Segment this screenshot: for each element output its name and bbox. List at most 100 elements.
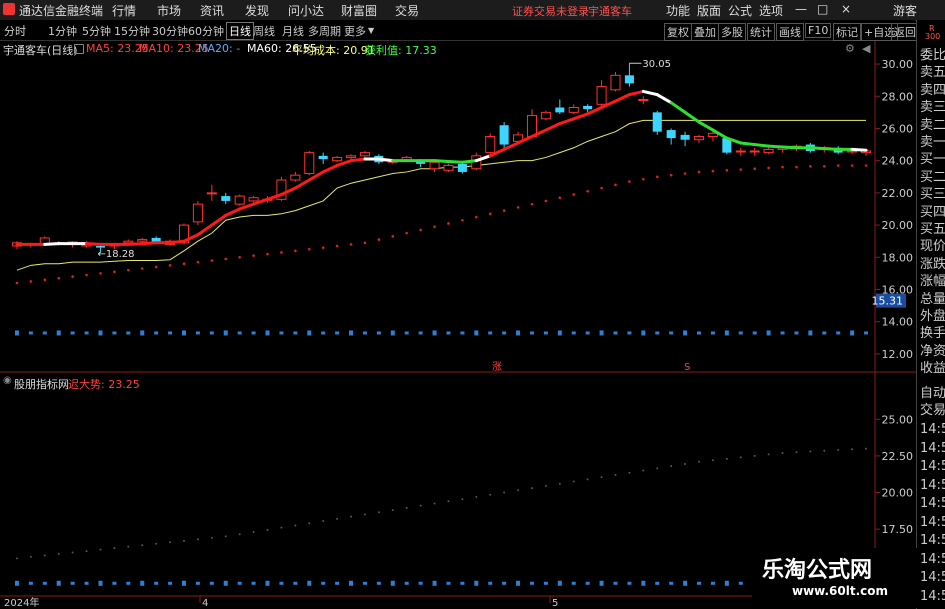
trend-line-segment xyxy=(697,120,715,132)
main-vol-mark xyxy=(432,330,437,336)
tool-f10[interactable]: F10 xyxy=(805,23,832,38)
main-tick-label: 14.00 xyxy=(882,316,914,329)
main-vol-mark xyxy=(697,331,702,335)
minimize-button[interactable]: — xyxy=(795,2,807,16)
tool-biaoji[interactable]: 标记 xyxy=(833,23,861,41)
menu-gongshi[interactable]: 公式 xyxy=(728,2,752,19)
tool-tongji[interactable]: 统计 xyxy=(747,23,775,41)
sub-vol-mark xyxy=(237,581,242,585)
settings-icon[interactable] xyxy=(74,44,84,54)
support-dot xyxy=(113,270,116,274)
period-multi[interactable]: 多周期 xyxy=(308,23,341,39)
date-label-month-5: 5 xyxy=(552,598,558,609)
sub-indicator-dot xyxy=(642,469,645,472)
quote-label-18: 收益 xyxy=(920,361,945,377)
sub-indicator-dot xyxy=(419,504,422,507)
sub-indicator-dot xyxy=(141,544,144,547)
main-tick-label: 12.00 xyxy=(882,348,914,361)
guest-label[interactable]: 游客 xyxy=(893,2,917,19)
support-dot xyxy=(502,209,506,212)
trade-login-status[interactable]: 证券交易未登录 xyxy=(512,3,589,19)
main-tick-label: 26.00 xyxy=(882,122,914,135)
period-1min[interactable]: 1分钟 xyxy=(48,23,77,39)
sub-tick-label: 17.50 xyxy=(882,523,914,536)
support-dot xyxy=(850,164,854,167)
gear-icon[interactable]: ⚙ xyxy=(845,42,855,55)
sub-vol-mark xyxy=(710,581,715,585)
support-dot xyxy=(683,172,687,175)
sub-indicator-dot xyxy=(628,471,631,474)
main-vol-mark xyxy=(251,331,256,335)
candle-down xyxy=(680,134,690,140)
period-more[interactable]: 更多 xyxy=(344,23,366,39)
support-dot xyxy=(586,189,589,193)
quote-label-10: 买五 xyxy=(920,222,945,237)
menu-jiaoyi[interactable]: 交易 xyxy=(395,2,419,19)
trend-line-segment xyxy=(433,159,450,163)
chevron-down-icon[interactable]: ▼ xyxy=(368,26,374,35)
tool-duogu[interactable]: 多股 xyxy=(718,23,746,41)
avg-cost-value: 平均成本: 20.91 xyxy=(292,44,375,57)
menu-gongneng[interactable]: 功能 xyxy=(666,2,690,19)
support-dot xyxy=(266,252,269,256)
menu-zixun[interactable]: 资讯 xyxy=(200,2,224,19)
candle-up xyxy=(568,107,579,113)
sub-indicator-dot xyxy=(698,460,701,463)
sub-vol-mark xyxy=(307,580,312,586)
candle-down xyxy=(221,196,231,201)
panel-top-number: 300 xyxy=(925,32,941,41)
trend-line-segment xyxy=(753,143,771,148)
period-weekly[interactable]: 周线 xyxy=(253,23,275,39)
menu-faxian[interactable]: 发现 xyxy=(245,2,269,19)
trend-line-segment xyxy=(460,159,478,164)
support-dot xyxy=(544,199,548,203)
maximize-button[interactable]: □ xyxy=(817,2,828,16)
sub-indicator-dot xyxy=(586,478,589,481)
candle-up xyxy=(763,148,774,154)
low-label: ←18.28 xyxy=(97,249,134,260)
menu-caifuquan[interactable]: 财富圈 xyxy=(341,2,377,19)
period-30min[interactable]: 30分钟 xyxy=(152,23,188,39)
sub-indicator-dot xyxy=(238,533,241,536)
period-60min[interactable]: 60分钟 xyxy=(188,23,224,39)
close-button[interactable]: × xyxy=(841,2,851,16)
tool-huaxian[interactable]: 画线 xyxy=(776,23,804,41)
main-vol-mark xyxy=(335,331,340,335)
sub-vol-mark xyxy=(724,580,729,586)
sub-indicator-dot xyxy=(739,456,742,459)
candle-up xyxy=(429,161,440,170)
collapse-sub-icon[interactable]: ◉ xyxy=(3,375,12,386)
menu-hangqing[interactable]: 行情 xyxy=(112,2,136,19)
main-vol-mark xyxy=(390,330,395,336)
tool-diejia[interactable]: 叠加 xyxy=(691,23,719,41)
sub-indicator-dot xyxy=(433,502,436,505)
main-tick-label: 28.00 xyxy=(882,90,914,103)
main-vol-mark xyxy=(529,331,534,335)
tool-fuquan[interactable]: 复权 xyxy=(664,23,692,41)
support-dot xyxy=(809,165,812,168)
period-monthly[interactable]: 月线 xyxy=(282,23,304,39)
support-dot xyxy=(127,268,130,272)
menu-xuanxiang[interactable]: 选项 xyxy=(759,2,783,19)
menu-banmian[interactable]: 版面 xyxy=(697,2,721,19)
support-dot xyxy=(628,180,631,183)
period-5min[interactable]: 5分钟 xyxy=(82,23,111,39)
collapse-icon[interactable]: ◀ xyxy=(862,42,870,55)
sub-indicator-dot xyxy=(781,451,784,454)
main-vol-mark xyxy=(70,331,75,335)
sub-vol-mark xyxy=(418,581,423,585)
quote-action-0: 自动 xyxy=(920,386,945,401)
tool-back[interactable]: 返回 xyxy=(891,23,919,41)
period-15min[interactable]: 15分钟 xyxy=(114,23,150,39)
menu-shichang[interactable]: 市场 xyxy=(157,2,181,19)
sub-indicator-dot xyxy=(767,453,770,456)
main-vol-mark xyxy=(655,331,660,335)
sub-vol-mark xyxy=(195,581,200,585)
support-dot xyxy=(614,183,617,187)
trend-line-segment xyxy=(739,141,757,147)
support-dot xyxy=(321,246,325,249)
period-daily[interactable]: 日线 xyxy=(226,22,254,40)
sub-vol-mark xyxy=(543,581,548,585)
menu-wenxiaoda[interactable]: 问小达 xyxy=(288,2,324,19)
date-label-year: 2024年 xyxy=(4,596,39,609)
